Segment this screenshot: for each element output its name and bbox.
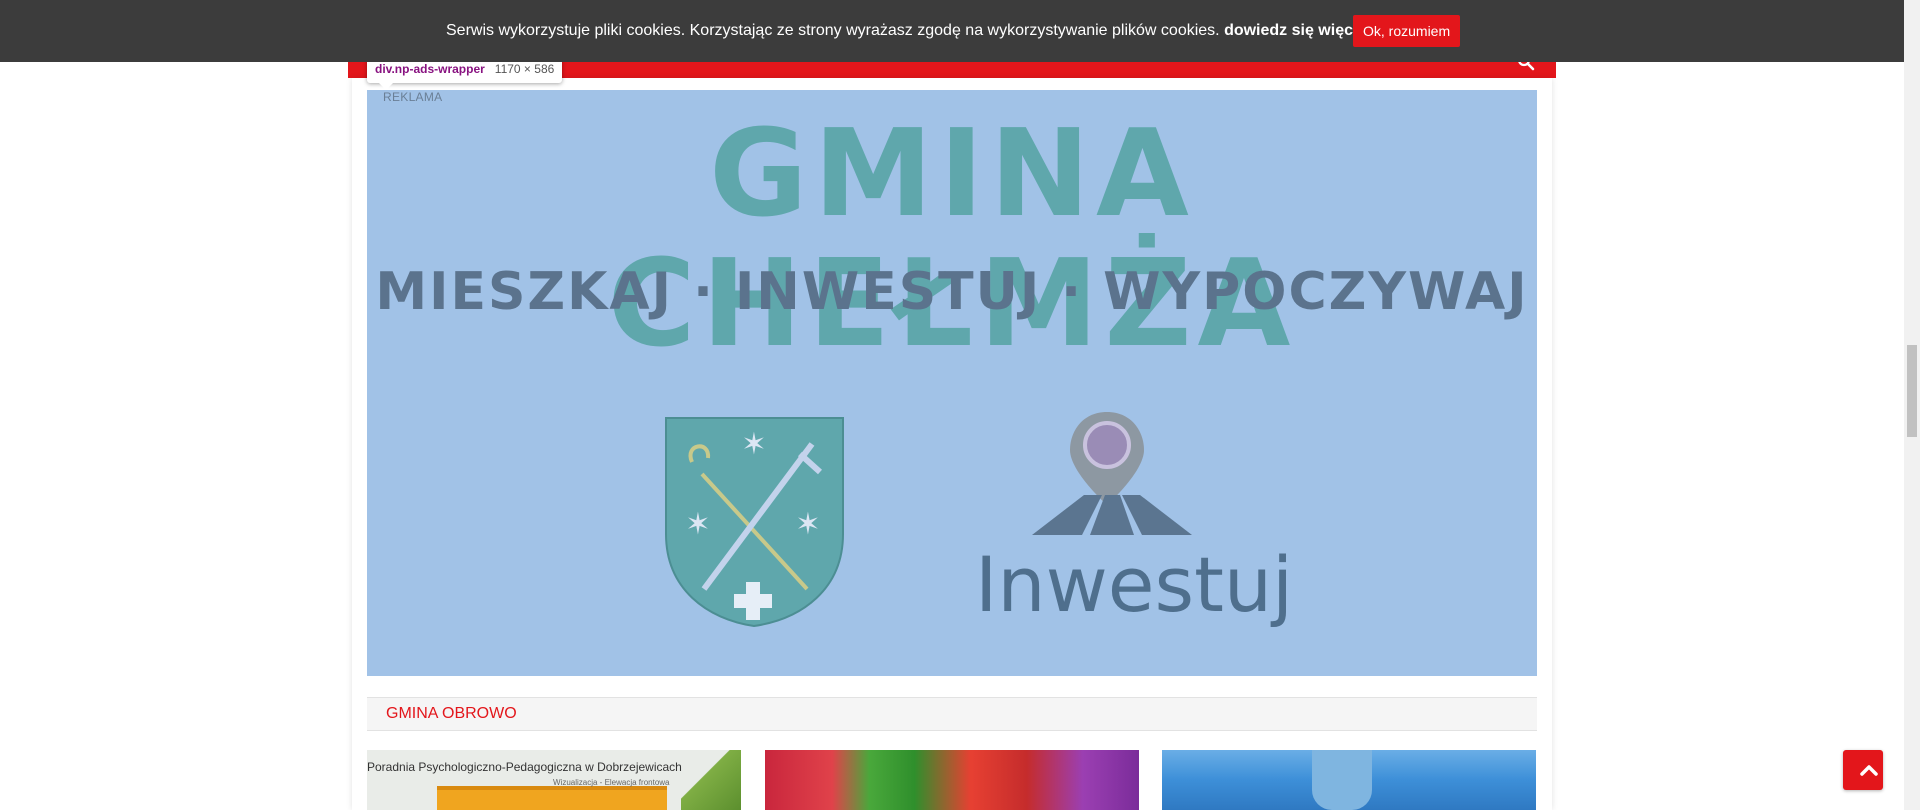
page-scrollbar[interactable] [1904,0,1920,810]
scrollbar-thumb[interactable] [1907,345,1917,437]
ads-wrapper[interactable]: REKLAMA GMINA CHEŁMŻA MIESZKAJ · INWESTU… [367,90,1537,676]
thumbnail-shape [1312,750,1372,810]
tooltip-arrow [379,83,393,90]
article-thumbnail-1[interactable]: Poradnia Psychologiczno-Pedagogiczna w D… [367,750,741,810]
article-caption: Poradnia Psychologiczno-Pedagogiczna w D… [367,760,682,774]
devtools-dimensions: 1170 × 586 [494,62,555,76]
section-title[interactable]: GMINA OBROWO [386,698,517,730]
svg-text:✶: ✶ [741,427,766,462]
ad-invest-text: Inwestuj [975,540,1294,629]
cookie-consent-bar: Serwis wykorzystuje pliki cookies. Korzy… [0,0,1904,62]
cookie-accept-button[interactable]: Ok, rozumiem [1353,15,1461,47]
cookie-message-text: Serwis wykorzystuje pliki cookies. Korzy… [446,22,1220,39]
article-thumbnail-2[interactable] [765,750,1139,810]
cookie-message: Serwis wykorzystuje pliki cookies. Korzy… [446,0,1371,62]
article-subcaption: Wizualizacja - Elewacja frontowa [553,778,670,787]
ad-tagline: MIESZKAJ · INWESTUJ · WYPOCZYWAJ [375,262,1529,322]
cookie-learn-more-link[interactable]: dowiedz się więcej [1224,22,1366,39]
svg-text:✶: ✶ [795,507,820,542]
ad-label: REKLAMA [383,90,443,104]
scroll-to-top-button[interactable] [1843,750,1883,790]
section-header: GMINA OBROWO [367,697,1537,731]
svg-text:✶: ✶ [685,507,710,542]
location-pin-icon [1032,412,1192,535]
green-accent [681,750,741,810]
page: REKLAMA GMINA CHEŁMŻA MIESZKAJ · INWESTU… [0,0,1904,810]
devtools-selector: div.np-ads-wrapper [375,62,485,76]
building-illustration [437,786,667,810]
chevron-up-icon [1860,765,1878,776]
coat-of-arms-icon: ✶ ✶ ✶ [665,417,844,628]
article-thumbnail-3[interactable] [1162,750,1536,810]
ad-title: GMINA CHEŁMŻA [607,105,1297,374]
